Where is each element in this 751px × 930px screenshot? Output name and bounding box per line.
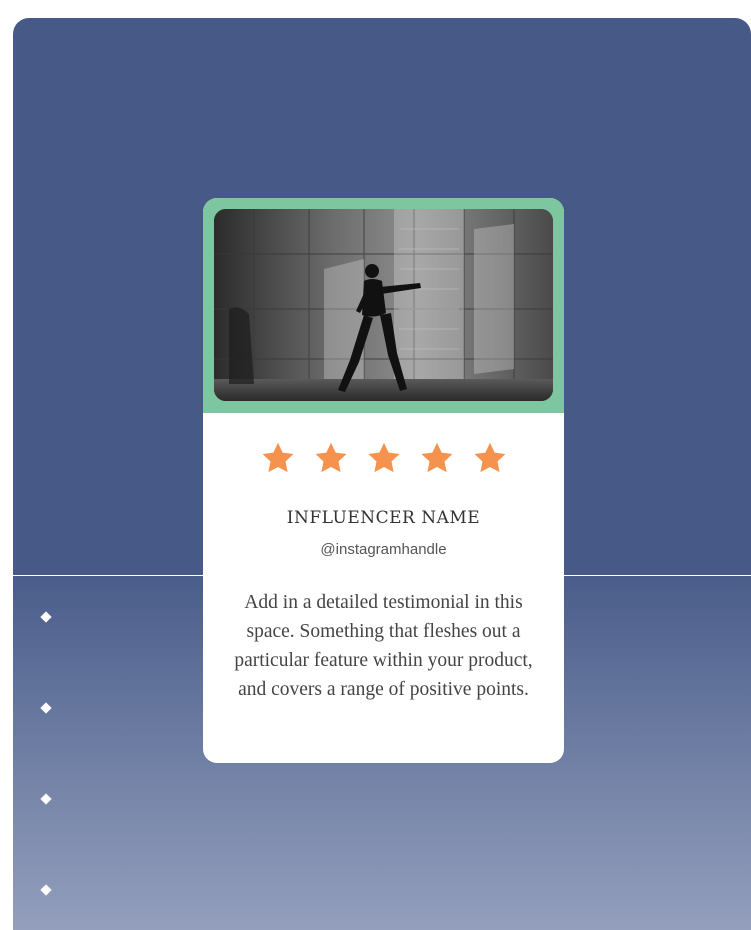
influencer-photo: [214, 209, 553, 401]
star-icon: [421, 442, 452, 473]
star-icon: [262, 442, 293, 473]
influencer-name: INFLUENCER NAME: [286, 508, 481, 528]
star-icon: [368, 442, 399, 473]
testimonial-card: INFLUENCER NAME @instagramhandle Add in …: [203, 198, 564, 763]
star-rating: [203, 440, 564, 476]
star-icon: [474, 442, 505, 473]
instagram-handle: @instagramhandle: [320, 541, 447, 558]
dancer-photo-image: [214, 209, 553, 401]
testimonial-text: Add in a detailed testimonial in this sp…: [234, 592, 533, 700]
star-icon: [315, 442, 346, 473]
photo-frame: [203, 198, 564, 413]
